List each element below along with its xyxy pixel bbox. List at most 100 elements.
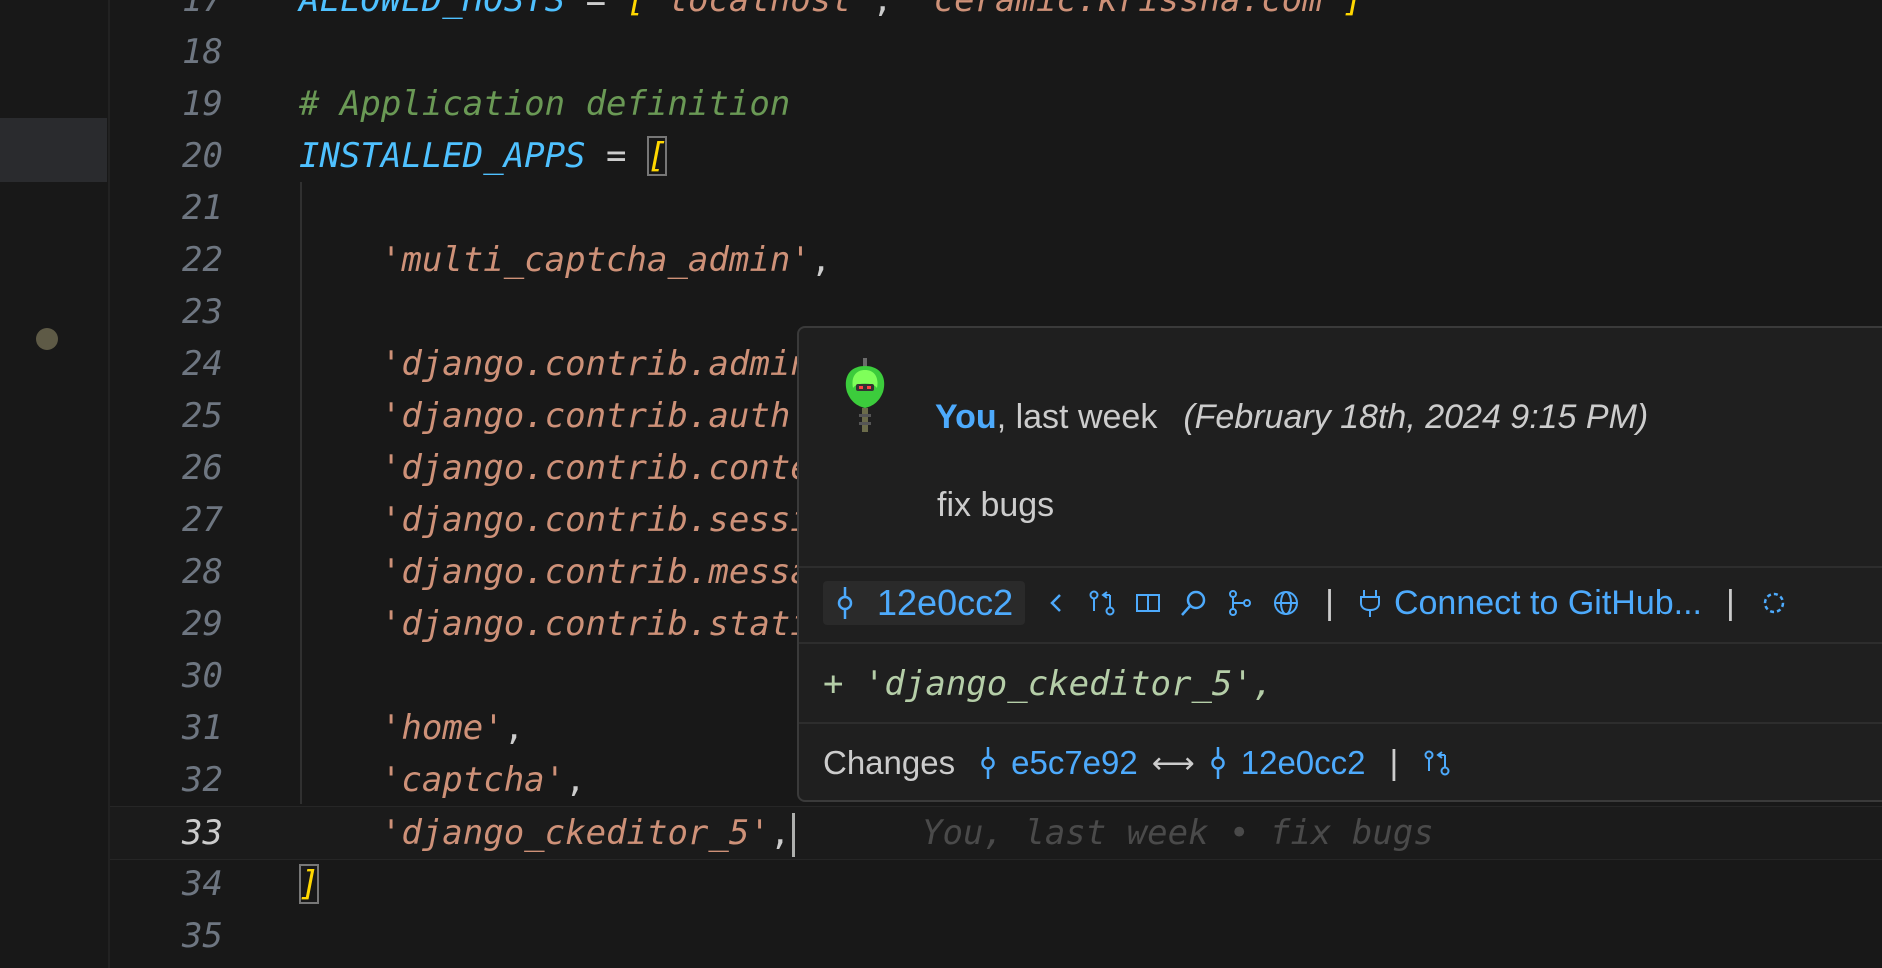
compare-arrow: ⟷ [1151, 746, 1195, 780]
code-line[interactable]: 18 [110, 26, 1882, 78]
line-number: 29 [182, 604, 223, 644]
code-token: ALLOWED_HOSTS [299, 0, 566, 20]
code-token: [ [626, 0, 648, 20]
search-icon[interactable] [1179, 588, 1209, 618]
globe-icon[interactable] [1271, 588, 1301, 618]
code-token: 'django_ckeditor_5' [380, 813, 770, 853]
code-token: = [565, 0, 627, 20]
line-number: 35 [182, 916, 223, 956]
inline-blame-ghost-text[interactable]: You, last week • fix bugs [922, 807, 1434, 859]
code-token: , [503, 708, 525, 748]
commit-sha-button[interactable]: 12e0cc2 [823, 581, 1026, 625]
code-token: 'captcha' [380, 760, 566, 800]
text-cursor [792, 812, 796, 857]
code-text: 'django.contrib.admin', [299, 338, 852, 390]
line-number: 30 [182, 656, 223, 696]
code-line[interactable]: 20 INSTALLED_APPS = [ [110, 130, 1882, 182]
separator: | [1726, 583, 1735, 622]
settings-icon[interactable] [1759, 588, 1789, 618]
connect-github-label: Connect to GitHub... [1393, 583, 1702, 622]
line-number: 26 [182, 448, 223, 488]
line-number: 25 [182, 396, 223, 436]
breakpoint-dot-icon[interactable] [36, 328, 58, 350]
code-token: 'django.contrib.auth' [380, 396, 811, 436]
line-number: 31 [182, 708, 223, 748]
code-token: 'home' [380, 708, 504, 748]
code-token: , [769, 813, 791, 853]
compare-changes-icon[interactable] [1087, 588, 1117, 618]
code-line[interactable]: 35 [110, 910, 1882, 962]
code-line[interactable]: 33 'django_ckeditor_5', You, last week • … [110, 806, 1882, 860]
divider [799, 642, 1882, 644]
code-token: , [810, 240, 832, 280]
code-text: 'django_ckeditor_5', [299, 807, 796, 859]
divider [799, 722, 1882, 724]
code-text: 'home', [299, 702, 524, 754]
code-token: , [565, 760, 586, 800]
line-number: 32 [182, 760, 223, 800]
commit-sha: 12e0cc2 [877, 582, 1014, 623]
code-text: # Application definition [299, 78, 790, 130]
changes-to-sha-link[interactable]: 12e0cc2 [1209, 744, 1366, 782]
code-token: 'localhost' [647, 0, 873, 20]
changes-label: Changes [823, 744, 956, 781]
git-blame-hover: You, last week (February 18th, 2024 9:15 … [797, 326, 1882, 802]
code-text: 'multi_captcha_admin', [299, 234, 831, 286]
line-number: 24 [182, 344, 223, 384]
line-number: 17 [182, 0, 223, 20]
line-number: 34 [182, 864, 223, 904]
code-token: 'ceramic.krissna.com' [913, 0, 1344, 20]
avatar [845, 358, 885, 432]
code-token: # Application definition [299, 84, 791, 124]
code-token: 'multi_captcha_admin' [380, 240, 811, 280]
blame-author-line: You, last week (February 18th, 2024 9:15 … [935, 398, 1648, 437]
line-number: 19 [182, 84, 223, 124]
separator: | [1325, 583, 1334, 622]
commit-message: fix bugs [937, 486, 1055, 524]
changes-to-sha: 12e0cc2 [1240, 744, 1366, 781]
connect-github-link[interactable]: Connect to GitHub... [1358, 584, 1702, 623]
changes-from-sha-link[interactable]: e5c7e92 [979, 744, 1138, 782]
divider [799, 566, 1882, 568]
commit-icon [981, 747, 995, 779]
code-line[interactable]: 17 ALLOWED_HOSTS = ['localhost', 'ceramic… [110, 0, 1882, 26]
code-text: ] [299, 858, 320, 910]
previous-commit-icon[interactable] [1041, 588, 1071, 618]
split-view-icon[interactable] [1133, 588, 1163, 618]
line-number: 33 [182, 813, 223, 853]
line-number: 22 [182, 240, 223, 280]
code-line[interactable]: 19 # Application definition [110, 78, 1882, 130]
author-name[interactable]: You [935, 398, 997, 436]
code-token: , [872, 0, 914, 20]
line-number: 28 [182, 552, 223, 592]
commit-icon [1211, 747, 1225, 779]
line-number: 21 [182, 188, 223, 228]
git-graph-icon[interactable] [1225, 588, 1255, 618]
blame-toolbar: 12e0cc2 | Connect to GitHub... | [823, 580, 1789, 626]
code-text: 'captcha', [299, 754, 586, 806]
code-text: ALLOWED_HOSTS = ['localhost', 'ceramic.k… [299, 0, 1364, 26]
code-token: INSTALLED_APPS [299, 136, 586, 176]
compare-changes-icon[interactable] [1422, 748, 1452, 778]
line-number: 18 [182, 32, 223, 72]
code-token: [ [647, 136, 668, 176]
commit-icon [837, 587, 853, 619]
code-line[interactable]: 22 'multi_captcha_admin', [110, 234, 1882, 286]
separator: | [1389, 743, 1399, 782]
sidebar-active-item[interactable] [0, 118, 107, 182]
code-token: 'django.contrib.admin' [380, 344, 832, 384]
code-line[interactable]: 21 [110, 182, 1882, 234]
code-token: = [585, 136, 647, 176]
code-line[interactable]: 34] [110, 858, 1882, 910]
diff-line: + 'django_ckeditor_5', [823, 664, 1274, 704]
